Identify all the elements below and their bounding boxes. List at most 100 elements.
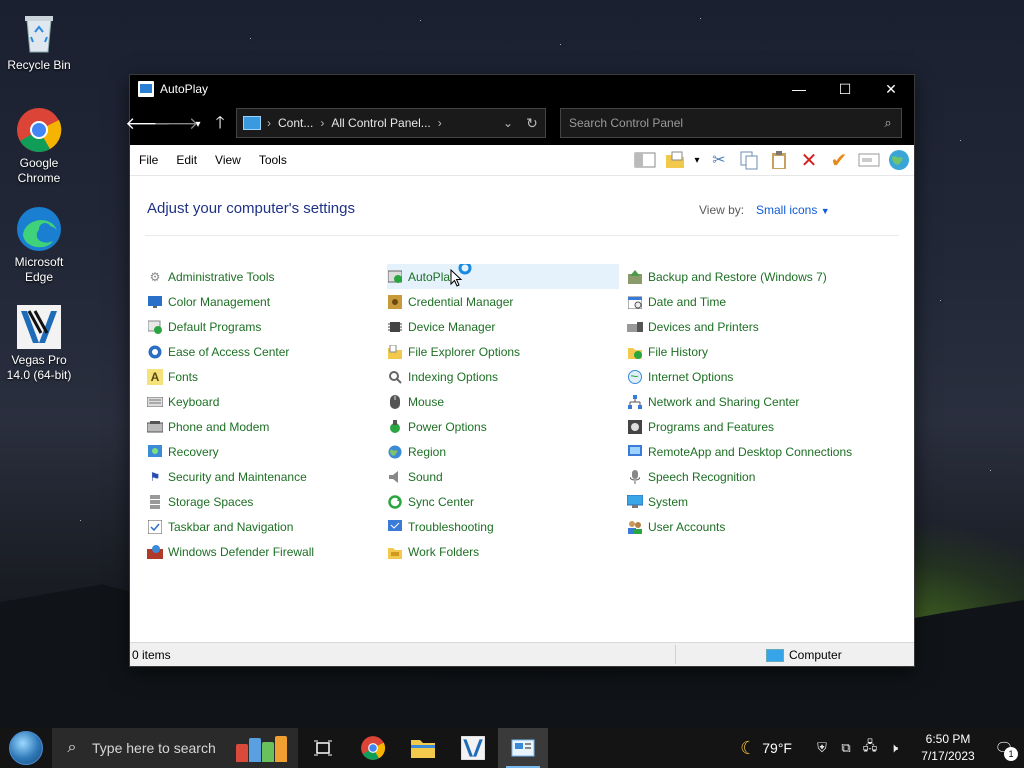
view-by-dropdown[interactable]: Small icons ▼ [756,203,830,217]
properties-dropdown-icon[interactable]: ▾ [690,145,704,175]
security-maintenance-flag-icon: ⚑ [149,469,161,484]
list-item[interactable]: Network and Sharing Center [627,389,852,414]
breadcrumb-all-control-panel-items[interactable]: All Control Panel... [331,116,430,130]
search-icon[interactable]: ⌕ [875,115,901,131]
list-item[interactable]: Region [387,439,619,464]
search-input[interactable] [561,115,875,131]
moon-icon: ☾ [740,737,757,758]
list-item[interactable]: Backup and Restore (Windows 7) [627,264,852,289]
taskbar-search-box[interactable]: ⌕ Type here to search [52,728,298,768]
list-item[interactable]: Date and Time [627,289,852,314]
list-item[interactable]: Mouse [387,389,619,414]
busy-cursor-icon [449,264,472,287]
address-bar[interactable]: › Cont... › All Control Panel... › ⌄ ↻ [236,108,546,138]
menu-edit[interactable]: Edit [167,153,206,167]
taskbar-vegas-pro[interactable] [448,728,498,768]
status-bar: 0 items Computer [130,642,914,666]
list-item[interactable]: Sync Center [387,489,619,514]
weather-widget[interactable]: ☾ 79°F [740,738,792,759]
menu-tools[interactable]: Tools [250,153,296,167]
rename-icon[interactable] [854,145,884,175]
taskbar-control-panel[interactable] [498,728,548,768]
troubleshooting-icon [387,519,403,535]
refresh-icon[interactable]: ↻ [519,115,545,132]
list-item[interactable]: Default Programs [147,314,314,339]
globe-icon[interactable] [884,145,914,175]
list-item[interactable]: File History [627,339,852,364]
task-view-icon [314,740,332,756]
list-item[interactable]: Color Management [147,289,314,314]
start-button[interactable] [0,728,52,768]
list-item[interactable]: File Explorer Options [387,339,619,364]
search-box[interactable]: ⌕ [560,108,902,138]
list-item[interactable]: Storage Spaces [147,489,314,514]
breadcrumb-control-panel[interactable]: Cont... [278,116,313,130]
menu-view[interactable]: View [206,153,250,167]
taskbar-chrome[interactable] [348,728,398,768]
list-item[interactable]: Indexing Options [387,364,619,389]
taskbar-navigation-icon [147,519,163,535]
recent-locations-chevron-icon[interactable]: ▾ [190,110,206,138]
control-panel-window: AutoPlay — ☐ ✕ 🡐 🡒 ▾ 🡑 › Cont... › All C… [125,75,914,666]
list-item-autoplay[interactable]: AutoPlay [387,264,619,289]
cut-icon[interactable]: ✂ [704,145,734,175]
file-explorer-options-icon [387,344,403,360]
taskbar-file-explorer[interactable] [398,728,448,768]
list-item[interactable]: A Fonts [147,364,314,389]
list-item[interactable]: Taskbar and Navigation [147,514,314,539]
close-button[interactable]: ✕ [868,75,914,103]
list-item[interactable]: ⚑ Security and Maintenance [147,464,314,489]
address-dropdown-chevron-icon[interactable]: ⌄ [497,116,519,130]
paste-icon[interactable] [764,145,794,175]
delete-icon[interactable]: ✕ [794,145,824,175]
list-item[interactable]: Phone and Modem [147,414,314,439]
network-icon[interactable]: 🖧 [858,737,882,759]
list-item[interactable]: System [627,489,852,514]
volume-muted-icon[interactable]: 🕨 [882,740,906,756]
clock[interactable]: 6:50 PM 7/17/2023 [912,731,984,765]
desktop-icon-recycle-bin[interactable]: Recycle Bin [1,8,77,73]
list-item[interactable]: Windows Defender Firewall [147,539,314,564]
preview-pane-icon[interactable] [630,145,660,175]
meet-camera-icon[interactable]: ⧉ [834,740,858,756]
menu-bar: File Edit View Tools ▾ ✂ ✕ ✔ [130,145,914,176]
desktop-icon-vegas-pro[interactable]: Vegas Pro 14.0 (64-bit) [1,303,77,383]
notification-badge: 1 [1004,747,1018,761]
task-view-button[interactable] [298,728,348,768]
up-arrow-icon[interactable]: 🡑 [206,110,234,138]
maximize-button[interactable]: ☐ [822,75,868,103]
list-item[interactable]: Devices and Printers [627,314,852,339]
list-item[interactable]: Sound [387,464,619,489]
computer-icon [766,648,784,662]
security-shield-icon[interactable]: ⛨ [810,740,834,756]
list-item[interactable]: ⚙ Administrative Tools [147,264,314,289]
list-item[interactable]: Recovery [147,439,314,464]
list-item[interactable]: Keyboard [147,389,314,414]
copy-icon[interactable] [734,145,764,175]
forward-arrow-icon[interactable]: 🡒 [153,110,199,138]
desktop-icon-microsoft-edge[interactable]: Microsoft Edge [1,205,77,285]
checkmark-icon[interactable]: ✔ [824,145,854,175]
properties-folder-icon[interactable] [660,145,690,175]
list-item[interactable]: User Accounts [627,514,852,539]
list-item[interactable]: Device Manager [387,314,619,339]
title-bar[interactable]: AutoPlay — ☐ ✕ [130,75,914,103]
list-item[interactable]: Credential Manager [387,289,619,314]
recycle-bin-icon [15,8,63,56]
list-item[interactable]: Programs and Features [627,414,852,439]
list-item[interactable]: Power Options [387,414,619,439]
list-item[interactable]: Internet Options [627,364,852,389]
menu-file[interactable]: File [130,153,167,167]
administrative-tools-icon: ⚙ [149,269,161,284]
file-history-icon [627,344,643,360]
autoplay-icon [387,269,403,285]
list-item[interactable]: RemoteApp and Desktop Connections [627,439,852,464]
list-item[interactable]: Work Folders [387,539,619,564]
list-item[interactable]: Troubleshooting [387,514,619,539]
minimize-button[interactable]: — [776,75,822,103]
notification-center-button[interactable]: 🗨 1 [984,739,1024,761]
desktop-icon-google-chrome[interactable]: Google Chrome [1,106,77,186]
device-manager-icon [387,319,403,335]
list-item[interactable]: Speech Recognition [627,464,852,489]
list-item[interactable]: Ease of Access Center [147,339,314,364]
